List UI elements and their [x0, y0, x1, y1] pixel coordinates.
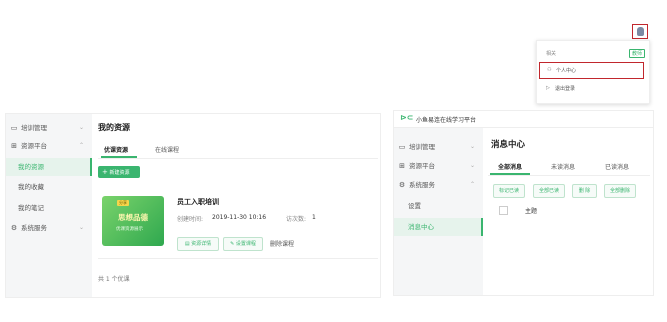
thumbnail-tag: 分享 — [117, 200, 129, 206]
monitor-icon: ▭ — [398, 143, 406, 151]
sidebar-item-label: 培训管理 — [21, 124, 47, 132]
gear-icon: ⚙ — [398, 181, 406, 189]
new-resource-button[interactable]: + 新建资源 — [98, 166, 140, 178]
resource-title[interactable]: 员工入职培训 — [177, 197, 219, 207]
sidebar-item-training[interactable]: ▭ 培训管理 ⌄ — [394, 138, 483, 156]
tab-unread-messages[interactable]: 未读消息 — [551, 162, 575, 171]
dropdown-header-label: 相关 — [546, 51, 557, 57]
sidebar-item-label: 我的资源 — [18, 163, 44, 171]
created-label: 创建时间: — [177, 216, 204, 223]
chevron-up-icon: ⌃ — [469, 181, 475, 188]
resource-details-button[interactable]: ▤ 资源详情 — [177, 237, 219, 251]
tab-online-courses[interactable]: 在线课程 — [155, 145, 179, 154]
dropdown-item-label: 退出登录 — [555, 86, 576, 92]
sidebar-item-label: 我的收藏 — [18, 183, 44, 191]
page-title: 我的资源 — [98, 123, 130, 132]
grid-icon: ⊞ — [399, 162, 405, 170]
user-icon: ⚇ — [547, 67, 552, 73]
chevron-down-icon: ⌄ — [469, 162, 475, 169]
sidebar-item-resources[interactable]: ⊞ 资源平台 ⌃ — [6, 137, 92, 155]
sidebar-item-favorites[interactable]: 我的收藏 — [6, 178, 92, 196]
resource-thumbnail[interactable]: 分享 思想品德 优课资源展示 — [102, 196, 164, 246]
tab-divider — [488, 175, 650, 176]
mark-read-button[interactable]: 标记已读 — [493, 184, 525, 198]
sidebar-item-label: 资源平台 — [21, 142, 47, 150]
thumbnail-subtitle: 优课资源展示 — [116, 227, 143, 232]
select-all-checkbox[interactable] — [499, 206, 508, 215]
visit-count-label: 访次数: — [286, 216, 307, 223]
dropdown-item-label: 个人中心 — [556, 68, 577, 74]
sidebar-item-label: 消息中心 — [408, 223, 434, 231]
app-header: ⊳⊂ 小鱼易连在线学习平台 — [394, 111, 653, 128]
page-title: 消息中心 — [491, 140, 526, 150]
sidebar-item-notes[interactable]: 我的笔记 — [6, 199, 92, 217]
tab-divider — [98, 158, 378, 159]
sidebar-item-my-resources[interactable]: 我的资源 — [6, 158, 92, 176]
column-header-subject: 主题 — [525, 208, 538, 215]
user-dropdown: 相关 教师 ⚇ 个人中心 ▷ 退出登录 — [536, 40, 650, 104]
sidebar-item-label: 我的笔记 — [18, 204, 44, 212]
sidebar-item-label: 资源平台 — [409, 162, 435, 170]
sidebar-item-label: 系统服务 — [409, 181, 435, 189]
mark-all-read-button[interactable]: 全部已读 — [533, 184, 565, 198]
delete-button[interactable]: 删 除 — [572, 184, 597, 198]
left-panel: ▭ 培训管理 ⌄ ⊞ 资源平台 ⌃ 我的资源 我的收藏 我的笔记 ⚙ 系统服务 ⌄ 我… — [5, 113, 381, 298]
created-value: 2019-11-30 10:16 — [212, 214, 267, 221]
table-header: 主题 — [493, 203, 643, 217]
delete-course-link[interactable]: 删除课程 — [270, 239, 294, 248]
avatar-button[interactable] — [632, 24, 648, 39]
tab-read-messages[interactable]: 已读消息 — [605, 162, 629, 171]
resource-count: 共 1 个优课 — [98, 276, 130, 283]
gear-icon: ⚙ — [10, 224, 18, 232]
resource-card: 分享 思想品德 优课资源展示 员工入职培训 创建时间: 2019-11-30 1… — [98, 188, 378, 259]
chevron-up-icon: ⌃ — [78, 142, 84, 149]
delete-all-button[interactable]: 全部删除 — [604, 184, 636, 198]
logo-icon: ⊳⊂ — [400, 113, 414, 122]
sidebar-item-resources[interactable]: ⊞ 资源平台 ⌄ — [394, 157, 483, 175]
doc-icon: ▤ — [184, 241, 190, 247]
sidebar-item-label: 培训管理 — [409, 143, 435, 151]
dropdown-item-logout[interactable]: ▷ 退出登录 — [539, 81, 644, 97]
sidebar-item-training[interactable]: ▭ 培训管理 ⌄ — [6, 119, 92, 137]
plus-icon: + — [102, 168, 108, 176]
visit-count-value: 1 — [312, 214, 316, 221]
thumbnail-title: 思想品德 — [118, 213, 148, 222]
sidebar: ▭ 培训管理 ⌄ ⊞ 资源平台 ⌄ ⚙ 系统服务 ⌃ 设置 消息中心 — [394, 128, 483, 295]
chevron-down-icon: ⌄ — [78, 124, 84, 131]
sidebar: ▭ 培训管理 ⌄ ⊞ 资源平台 ⌃ 我的资源 我的收藏 我的笔记 ⚙ 系统服务 ⌄ — [6, 114, 92, 297]
sidebar-item-system[interactable]: ⚙ 系统服务 ⌃ — [394, 176, 483, 194]
sidebar-item-system[interactable]: ⚙ 系统服务 ⌄ — [6, 219, 92, 237]
role-badge: 教师 — [629, 49, 646, 58]
logout-icon: ▷ — [546, 85, 550, 91]
edit-icon: ✎ — [230, 241, 235, 247]
dropdown-item-profile[interactable]: ⚇ 个人中心 — [539, 62, 644, 79]
set-course-button[interactable]: ✎ 设置课程 — [223, 237, 263, 251]
new-resource-label: 新建资源 — [109, 170, 130, 176]
grid-icon: ⊞ — [11, 142, 17, 150]
sidebar-item-messages[interactable]: 消息中心 — [394, 218, 483, 236]
sidebar-item-label: 系统服务 — [21, 224, 47, 232]
sidebar-item-settings[interactable]: 设置 — [394, 197, 483, 215]
tab-all-messages[interactable]: 全部消息 — [498, 162, 522, 171]
avatar-icon — [637, 27, 644, 36]
sidebar-item-label: 设置 — [408, 202, 421, 210]
right-panel: ⊳⊂ 小鱼易连在线学习平台 ▭ 培训管理 ⌄ ⊞ 资源平台 ⌄ ⚙ 系统服务 ⌃ 设置… — [393, 110, 654, 296]
monitor-icon: ▭ — [10, 124, 18, 132]
chevron-down-icon: ⌄ — [78, 224, 84, 231]
brand-name: 小鱼易连在线学习平台 — [416, 117, 477, 124]
tab-quality-resources[interactable]: 优课资源 — [104, 145, 128, 154]
chevron-down-icon: ⌄ — [469, 143, 475, 150]
